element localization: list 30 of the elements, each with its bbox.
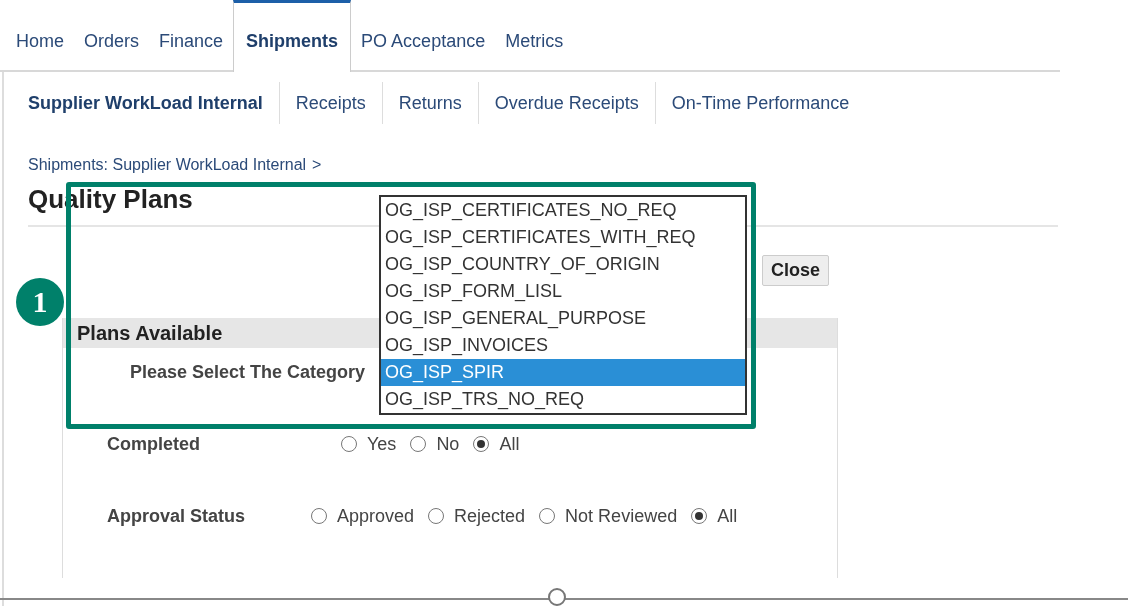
radio-label: Rejected — [454, 505, 526, 527]
breadcrumb-separator: > — [312, 156, 322, 174]
dropdown-option[interactable]: OG_ISP_INVOICES — [381, 332, 745, 359]
subtab[interactable]: Overdue Receipts — [477, 82, 655, 124]
nav-tab[interactable]: Shipments — [233, 0, 352, 72]
dropdown-option[interactable]: OG_ISP_FORM_LISL — [381, 278, 745, 305]
step-badge: 1 — [16, 278, 64, 326]
dropdown-option[interactable]: OG_ISP_COUNTRY_OF_ORIGIN — [381, 251, 745, 278]
dropdown-option[interactable]: OG_ISP_CERTIFICATES_NO_REQ — [381, 197, 745, 224]
radio-label: All — [717, 505, 738, 527]
field-label: Approval Status — [106, 505, 247, 527]
radio-label: Yes — [367, 433, 397, 455]
field-label: Please Select The Category — [128, 361, 366, 383]
section-title: Plans Available — [77, 322, 223, 344]
radio-label: Not Reviewed — [565, 505, 678, 527]
close-button[interactable]: Close — [762, 255, 830, 286]
dropdown-option[interactable]: OG_ISP_SPIR — [381, 359, 745, 386]
subtab[interactable]: Receipts — [278, 82, 382, 124]
subtab[interactable]: On-Time Performance — [654, 82, 866, 124]
subtab[interactable]: Supplier WorkLoad Internal — [28, 82, 279, 124]
radio-label: Approved — [337, 505, 415, 527]
dropdown-option[interactable]: OG_ISP_GENERAL_PURPOSE — [381, 305, 745, 332]
radio-label: No — [436, 433, 460, 455]
radio-label: All — [499, 433, 520, 455]
dropdown-option[interactable]: OG_ISP_CERTIFICATES_WITH_REQ — [381, 224, 745, 251]
field-label: Completed — [106, 433, 201, 455]
scroll-handle[interactable] — [548, 588, 566, 606]
breadcrumb-link[interactable]: Shipments: Supplier WorkLoad Internal — [28, 156, 307, 174]
dropdown-option[interactable]: OG_ISP_TRS_NO_REQ — [381, 386, 745, 413]
subtab[interactable]: Returns — [381, 82, 478, 124]
